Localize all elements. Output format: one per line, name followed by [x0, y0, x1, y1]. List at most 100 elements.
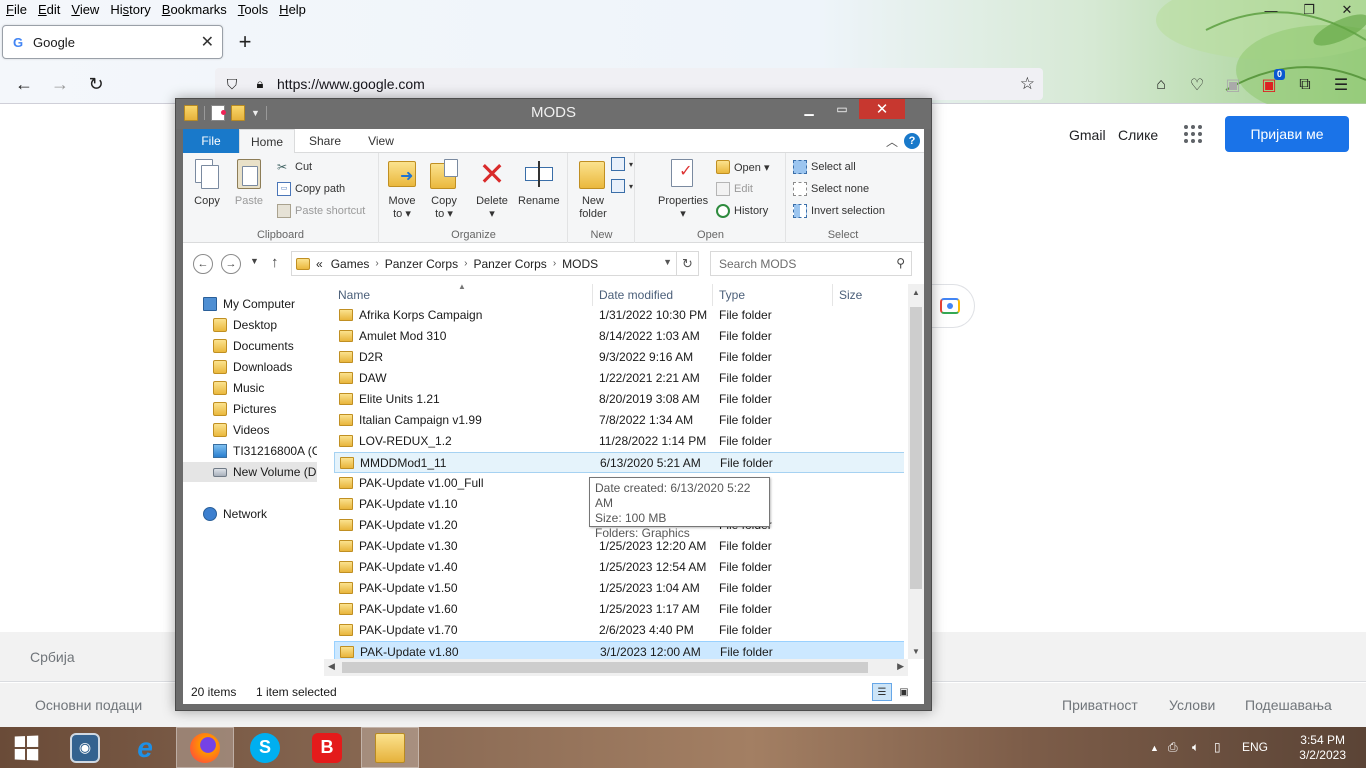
- taskbar-file-explorer[interactable]: [361, 727, 419, 768]
- file-row[interactable]: PAK-Update v1.70 2/6/2023 4:40 PM File fol…: [334, 620, 904, 641]
- rename-button[interactable]: Rename: [518, 157, 560, 208]
- close-icon[interactable]: ✕: [859, 99, 905, 119]
- power-icon[interactable]: ▯: [1214, 740, 1221, 754]
- file-row[interactable]: Italian Campaign v1.99 7/8/2022 1:34 AM Fi…: [334, 410, 904, 431]
- tab-share[interactable]: Share: [299, 129, 351, 153]
- footer-link-settings[interactable]: Подешавања: [1245, 697, 1332, 713]
- open-button[interactable]: Open ▾: [716, 157, 770, 177]
- chevron-right-icon[interactable]: ›: [375, 258, 378, 269]
- minimize-icon[interactable]: ▁: [793, 99, 825, 119]
- nav-item-network[interactable]: Network: [203, 504, 317, 524]
- footer-link-terms[interactable]: Услови: [1169, 697, 1215, 713]
- tab-home[interactable]: Home: [239, 129, 295, 154]
- menu-bookmarks[interactable]: Bookmarks: [156, 0, 232, 20]
- column-type[interactable]: Type: [719, 288, 745, 302]
- search-icon[interactable]: ⚲: [896, 256, 905, 270]
- easy-access-button[interactable]: ▾: [611, 179, 633, 193]
- maximize-icon[interactable]: ▭: [826, 99, 858, 119]
- back-icon[interactable]: ←: [193, 254, 213, 274]
- copy-to-button[interactable]: Copy to ▾: [428, 157, 460, 221]
- properties-button[interactable]: ✓ Properties ▾: [658, 157, 708, 221]
- column-name[interactable]: Name: [338, 288, 370, 302]
- network-tray-icon[interactable]: ⎙: [1168, 740, 1178, 755]
- chevron-right-icon[interactable]: ›: [464, 258, 467, 269]
- file-row[interactable]: Amulet Mod 310 8/14/2022 1:03 AM File fold…: [334, 326, 904, 347]
- nav-item-my-computer[interactable]: My Computer: [203, 294, 317, 314]
- file-row[interactable]: PAK-Update v1.60 1/25/2023 1:17 AM File fo…: [334, 599, 904, 620]
- tab-file[interactable]: File: [183, 129, 239, 153]
- new-folder-button[interactable]: New folder: [577, 157, 609, 221]
- nav-item-documents[interactable]: Documents: [213, 336, 317, 356]
- bookmark-star-icon[interactable]: ☆: [1020, 74, 1035, 94]
- taskbar-skype[interactable]: S: [236, 727, 294, 768]
- tab-google[interactable]: G Google ✕: [2, 25, 223, 59]
- breadcrumb-games[interactable]: Games: [331, 257, 370, 271]
- move-to-button[interactable]: ➜ Move to ▾: [386, 157, 418, 221]
- cut-button[interactable]: ✂ Cut: [277, 157, 312, 177]
- nav-item-pictures[interactable]: Pictures: [213, 399, 317, 419]
- url-bar[interactable]: ⛉ 🔒︎ https://www.google.com ☆: [215, 68, 1043, 100]
- pocket-icon[interactable]: ♡: [1185, 73, 1209, 97]
- file-row-hovered[interactable]: MMDDMod1_11 6/13/2020 5:21 AM File folder: [334, 452, 904, 473]
- footer-link-about[interactable]: Основни подаци: [35, 697, 142, 713]
- explorer-titlebar[interactable]: ▼ MODS ▁ ▭ ✕: [176, 99, 931, 129]
- search-input[interactable]: Search MODS ⚲: [710, 251, 912, 276]
- file-row[interactable]: LOV-REDUX_1.2 11/28/2022 1:14 PM File fold…: [334, 431, 904, 452]
- file-row[interactable]: Elite Units 1.21 8/20/2019 3:08 AM File fo…: [334, 389, 904, 410]
- file-row[interactable]: D2R 9/3/2022 9:16 AM File folder: [334, 347, 904, 368]
- close-icon[interactable]: ✕: [1328, 0, 1366, 20]
- invert-selection-button[interactable]: Invert selection: [793, 201, 885, 221]
- extensions-puzzle-icon[interactable]: ⧉: [1293, 73, 1317, 97]
- paste-button[interactable]: Paste: [233, 157, 265, 208]
- home-icon[interactable]: ⌂: [1149, 73, 1173, 97]
- column-size[interactable]: Size: [839, 288, 862, 302]
- restore-icon[interactable]: ❐: [1290, 0, 1328, 20]
- scroll-left-icon[interactable]: ◀: [328, 661, 335, 672]
- edit-button[interactable]: Edit: [716, 179, 753, 199]
- menu-edit[interactable]: Edit: [32, 0, 65, 20]
- reload-icon[interactable]: ↻: [81, 69, 111, 99]
- start-button[interactable]: [0, 727, 52, 768]
- nav-item-desktop[interactable]: Desktop: [213, 315, 317, 335]
- images-link[interactable]: Слике: [1118, 127, 1158, 143]
- tab-view[interactable]: View: [355, 129, 407, 153]
- back-icon[interactable]: ←: [9, 69, 39, 99]
- menu-view[interactable]: View: [65, 0, 104, 20]
- tab-close-icon[interactable]: ✕: [201, 32, 214, 52]
- url-text[interactable]: https://www.google.com: [277, 76, 1020, 92]
- large-icons-view-icon[interactable]: ▣: [894, 683, 914, 701]
- up-folder-icon[interactable]: ↑: [271, 254, 279, 271]
- extension-disabled-icon[interactable]: ▣: [1221, 73, 1245, 97]
- file-row[interactable]: PAK-Update v1.40 1/25/2023 12:54 AM File f…: [334, 557, 904, 578]
- taskbar-remote-desktop[interactable]: ◉: [56, 727, 114, 768]
- clock[interactable]: 3:54 PM 3/2/2023: [1299, 733, 1346, 763]
- select-none-button[interactable]: Select none: [793, 179, 869, 199]
- copy-button[interactable]: Copy: [191, 157, 223, 208]
- menu-history[interactable]: History: [104, 0, 155, 20]
- recent-locations-icon[interactable]: ▼: [250, 256, 259, 266]
- vertical-scrollbar[interactable]: ▲ ▼: [908, 284, 924, 659]
- file-row[interactable]: PAK-Update v1.50 1/25/2023 1:04 AM File fo…: [334, 578, 904, 599]
- google-apps-icon[interactable]: [1181, 122, 1205, 146]
- app-menu-icon[interactable]: ☰: [1329, 73, 1353, 97]
- new-item-button[interactable]: ▾: [611, 157, 633, 171]
- chevron-right-icon[interactable]: ›: [553, 258, 556, 269]
- menu-help[interactable]: Help: [273, 0, 311, 20]
- breadcrumb-panzer-corps[interactable]: Panzer Corps: [385, 257, 458, 271]
- scroll-right-icon[interactable]: ▶: [897, 661, 904, 672]
- vertical-scroll-thumb[interactable]: [910, 307, 922, 589]
- copy-path-button[interactable]: ▭ Copy path: [277, 179, 345, 199]
- tracking-shield-icon[interactable]: ⛉: [223, 76, 241, 93]
- horizontal-scroll-thumb[interactable]: [342, 662, 868, 673]
- collapse-ribbon-icon[interactable]: ︿: [886, 133, 898, 150]
- nav-item-drive-c[interactable]: TI31216800A (C:: [213, 441, 317, 461]
- google-lens-icon[interactable]: [925, 284, 975, 328]
- refresh-icon[interactable]: ↻: [676, 252, 698, 275]
- details-view-icon[interactable]: ☰: [872, 683, 892, 701]
- minimize-icon[interactable]: —: [1252, 0, 1290, 20]
- select-all-button[interactable]: Select all: [793, 157, 856, 177]
- footer-link-privacy[interactable]: Приватност: [1062, 697, 1138, 713]
- taskbar-bitdefender[interactable]: B: [298, 727, 356, 768]
- taskbar-internet-explorer[interactable]: e: [116, 727, 174, 768]
- scroll-down-icon[interactable]: ▼: [908, 643, 924, 659]
